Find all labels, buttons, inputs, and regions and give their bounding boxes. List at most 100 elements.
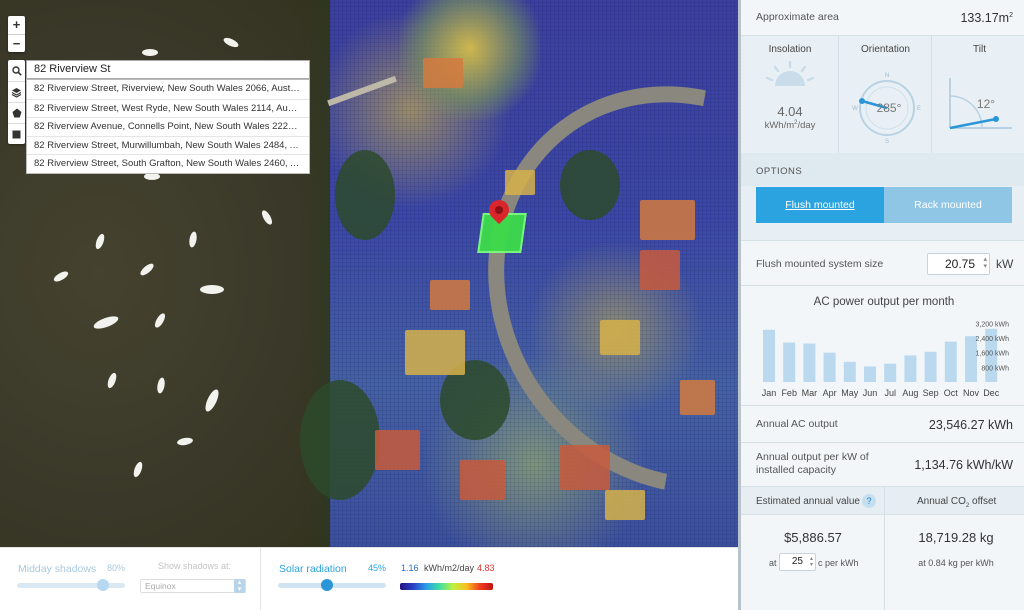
options-header: OPTIONS [741,153,1024,186]
electricity-rate-value: 25 [791,556,803,567]
co2-amount: 18,719.28 kg [918,530,994,545]
bar-may [843,361,856,382]
electricity-rate-input[interactable]: 25 ▴ ▾ [779,553,816,571]
legend-min: 1.16 [401,563,419,573]
insolation-label: Insolation [768,44,812,55]
suggestion-item[interactable]: 82 Riverview Street, South Grafton, New … [27,154,309,173]
co2-rate: at 0.84 kg per kWh [918,558,994,568]
annual-value-amount: $5,886.57 [784,530,842,545]
orientation-label: Orientation [861,44,910,55]
zoom-in-button[interactable]: + [8,16,25,34]
draw-rectangle-button[interactable] [8,123,25,144]
midday-shadows-label: Midday shadows [18,563,97,575]
sun-icon [765,60,815,86]
solar-radiation-slider[interactable] [278,579,386,591]
x-tick-label: Apr [823,388,837,398]
area-value: 133.17m2 [960,11,1013,25]
stepper-icon[interactable]: ▴ ▾ [810,556,813,568]
layers-button[interactable] [8,81,25,102]
x-tick-label: Aug [902,388,918,398]
results-panel: Approximate area 133.17m2 Insolation 4.0… [738,0,1024,610]
legend-unit: kWh/m2/day [424,563,475,573]
compass-s: S [885,139,889,144]
rack-mounted-button[interactable]: Rack mounted [884,187,1012,223]
midday-shadows-value: 80% [107,563,126,573]
bar-mar [803,343,816,382]
rate-unit: c per kWh [818,558,859,568]
address-search-input[interactable]: 82 Riverview St [26,60,310,79]
tree [300,380,380,500]
radiation-color-scale [400,583,493,590]
y-tick-label: 2,400 kWh [976,336,1010,343]
roof [560,445,610,490]
roof [640,250,680,290]
rectangle-icon [12,130,21,138]
y-tick-label: 3,200 kWh [976,321,1010,328]
map-view[interactable]: + − 82 Riverview St 82 Riverview Street,… [0,0,738,547]
estimated-value-label: Estimated annual value [756,496,860,507]
x-tick-label: Dec [983,388,1000,398]
flush-mounted-button[interactable]: Flush mounted [756,187,884,223]
polygon-icon [12,108,21,118]
suggestion-item[interactable]: 82 Riverview Street, West Ryde, New Sout… [27,98,309,118]
search-button[interactable] [8,60,25,81]
value-header: Estimated annual value ? [741,487,885,515]
solar-radiation-section: Solar radiation 45% 1.16 kWh/m2/day 4.83 [260,548,507,610]
bar-jul [884,363,897,382]
suggestion-item[interactable]: 82 Riverview Avenue, Connells Point, New… [27,117,309,136]
value-row: $5,886.57 at 25 ▴ ▾ c per kWh 18,719.28 k… [741,515,1024,610]
midday-shadows-slider[interactable] [17,579,125,591]
chart-title: AC power output per month [813,296,955,308]
co2-offset-label: Annual CO2 offset [917,496,997,509]
legend-max: 4.83 [477,563,495,573]
roof [375,430,420,470]
bar-oct [944,341,957,382]
tilt-icon: 12° [949,78,1012,130]
help-icon[interactable]: ? [862,494,876,508]
search-icon [11,65,22,76]
area-row: Approximate area 133.17m2 [741,0,1024,36]
insolation-value: 4.04 [777,104,803,119]
slider-handle[interactable] [97,579,110,591]
solar-radiation-value: 45% [368,563,387,573]
rate-at-label: at [769,558,777,568]
roof [423,58,463,88]
area-label: Approximate area [756,11,839,23]
bar-feb [783,342,796,382]
x-tick-label: Jun [863,388,878,398]
roof [405,330,465,375]
system-size-value: 20.75 [944,257,975,271]
solar-radiation-hotspot [400,0,540,120]
show-shadows-label: Show shadows at: [158,561,232,571]
compass-e: E [917,106,921,112]
roof [605,490,645,520]
draw-polygon-button[interactable] [8,102,25,123]
suggestion-item[interactable]: 82 Riverview Street, Murwillumbah, New S… [27,135,309,155]
bar-sep [924,351,937,382]
system-size-label: Flush mounted system size [756,258,884,270]
bar-jun [864,366,876,382]
value-cell: $5,886.57 at 25 ▴ ▾ c per kWh [741,515,885,610]
boat [200,285,224,294]
compass-n: N [885,73,889,79]
address-suggestions: 82 Riverview Street, Riverview, New Sout… [26,79,310,174]
roof [640,200,695,240]
zoom-out-button[interactable]: − [8,34,25,52]
system-size-input[interactable]: 20.75 ▴ ▾ [927,253,990,275]
x-tick-label: Feb [781,388,797,398]
bar-apr [823,352,836,382]
per-kw-row: Annual output per kW of installed capaci… [741,443,1024,487]
x-tick-label: Sep [923,388,939,398]
x-tick-label: Jul [884,388,896,398]
shadow-time-select[interactable]: Equinox ▴ ▾ [140,579,246,593]
bar-aug [904,355,917,382]
suggestion-item[interactable]: 82 Riverview Street, Riverview, New Sout… [27,80,309,99]
stepper-icon[interactable]: ▴ ▾ [983,256,987,270]
monthly-output-chart: AC power output per month Jan Feb Mar Apr Ma… [741,286,1024,406]
tilt-cell: Tilt 12° [932,36,1024,154]
slider-handle[interactable] [320,579,333,591]
annual-ac-row: Annual AC output 23,546.27 kWh [741,406,1024,443]
value-header-row: Estimated annual value ? Annual CO2 offs… [741,487,1024,515]
per-kw-value: 1,134.76 kWh/kW [914,458,1013,472]
bar-jan [763,329,775,382]
